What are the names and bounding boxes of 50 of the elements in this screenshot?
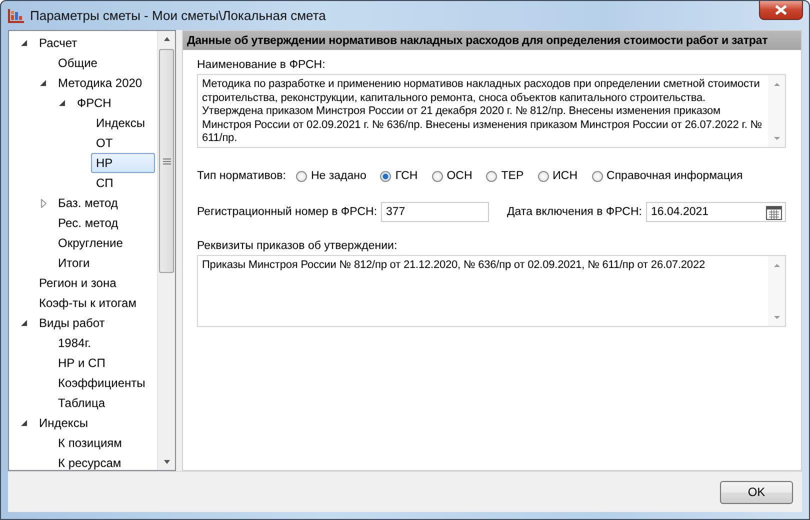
tree-item[interactable]: Индексы <box>91 113 150 133</box>
tree-item[interactable]: НР <box>91 153 155 173</box>
radio-option[interactable]: ИСН <box>538 170 578 182</box>
radio-option[interactable]: Справочная информация <box>592 170 743 182</box>
tree-item[interactable]: Итоги <box>53 253 95 273</box>
expanded-triangle-icon[interactable] <box>21 320 28 326</box>
field-label: Дата включения в ФРСН: <box>507 206 642 218</box>
grid-chart-icon <box>8 8 24 22</box>
tree-item[interactable]: Общие <box>53 53 102 73</box>
field-label: Тип нормативов: <box>197 170 286 182</box>
radio-option[interactable]: ОСН <box>432 170 472 182</box>
close-button[interactable] <box>759 1 803 20</box>
scrollbar[interactable] <box>157 31 175 470</box>
tree-item[interactable]: Таблица <box>53 393 110 413</box>
tree-item[interactable]: Округление <box>53 233 128 253</box>
collapsed-triangle-icon[interactable] <box>40 198 46 208</box>
tree-item[interactable]: Регион и зона <box>34 273 122 293</box>
section-header: Данные об утверждении нормативов накладных расходов для определения стоимости работ и затрат <box>183 31 801 50</box>
tree-item[interactable]: СП <box>91 173 118 193</box>
expanded-triangle-icon[interactable] <box>59 100 66 106</box>
tree-item[interactable]: Расчет <box>34 33 82 53</box>
radio-option[interactable]: ГСН <box>380 170 418 182</box>
tree-item[interactable]: Баз. метод <box>53 193 123 213</box>
ok-button[interactable]: OK <box>720 480 793 504</box>
tree-item[interactable]: К ресурсам <box>53 453 126 473</box>
registration-number-field[interactable]: 377 <box>381 202 490 222</box>
window-title: Параметры сметы - Мои сметы\Локальная смета <box>30 8 326 23</box>
radio-option[interactable]: Не задано <box>296 170 366 182</box>
tree-item[interactable]: Индексы <box>34 413 93 433</box>
tree-item[interactable]: Рес. метод <box>53 213 124 233</box>
tree-item[interactable]: Коэф-ты к итогам <box>34 293 142 313</box>
radio-option[interactable]: ТЕР <box>486 170 524 182</box>
tree-item[interactable]: Коэффициенты <box>53 373 150 393</box>
field-label: Наименование в ФРСН: <box>197 59 326 71</box>
field-label: Регистрационный номер в ФРСН: <box>197 206 378 218</box>
tree-item[interactable]: К позициям <box>53 433 127 453</box>
tree-item[interactable]: НР и СП <box>53 353 110 373</box>
expanded-triangle-icon[interactable] <box>21 420 28 426</box>
scroll-thumb[interactable] <box>159 49 174 273</box>
calendar-icon[interactable] <box>766 204 782 220</box>
tree-item[interactable]: Виды работ <box>34 313 110 333</box>
tree-item[interactable]: ФРСН <box>72 93 116 113</box>
field-label: Реквизиты приказов об утверждении: <box>197 240 398 252</box>
date-field[interactable]: 16.04.2021 <box>646 202 786 222</box>
expanded-triangle-icon[interactable] <box>40 80 47 86</box>
tree-item[interactable]: ОТ <box>91 133 118 153</box>
tree-item[interactable]: 1984г. <box>53 333 96 353</box>
close-icon <box>775 5 787 15</box>
tree-item[interactable]: Методика 2020 <box>53 73 148 93</box>
expanded-triangle-icon[interactable] <box>21 40 28 46</box>
